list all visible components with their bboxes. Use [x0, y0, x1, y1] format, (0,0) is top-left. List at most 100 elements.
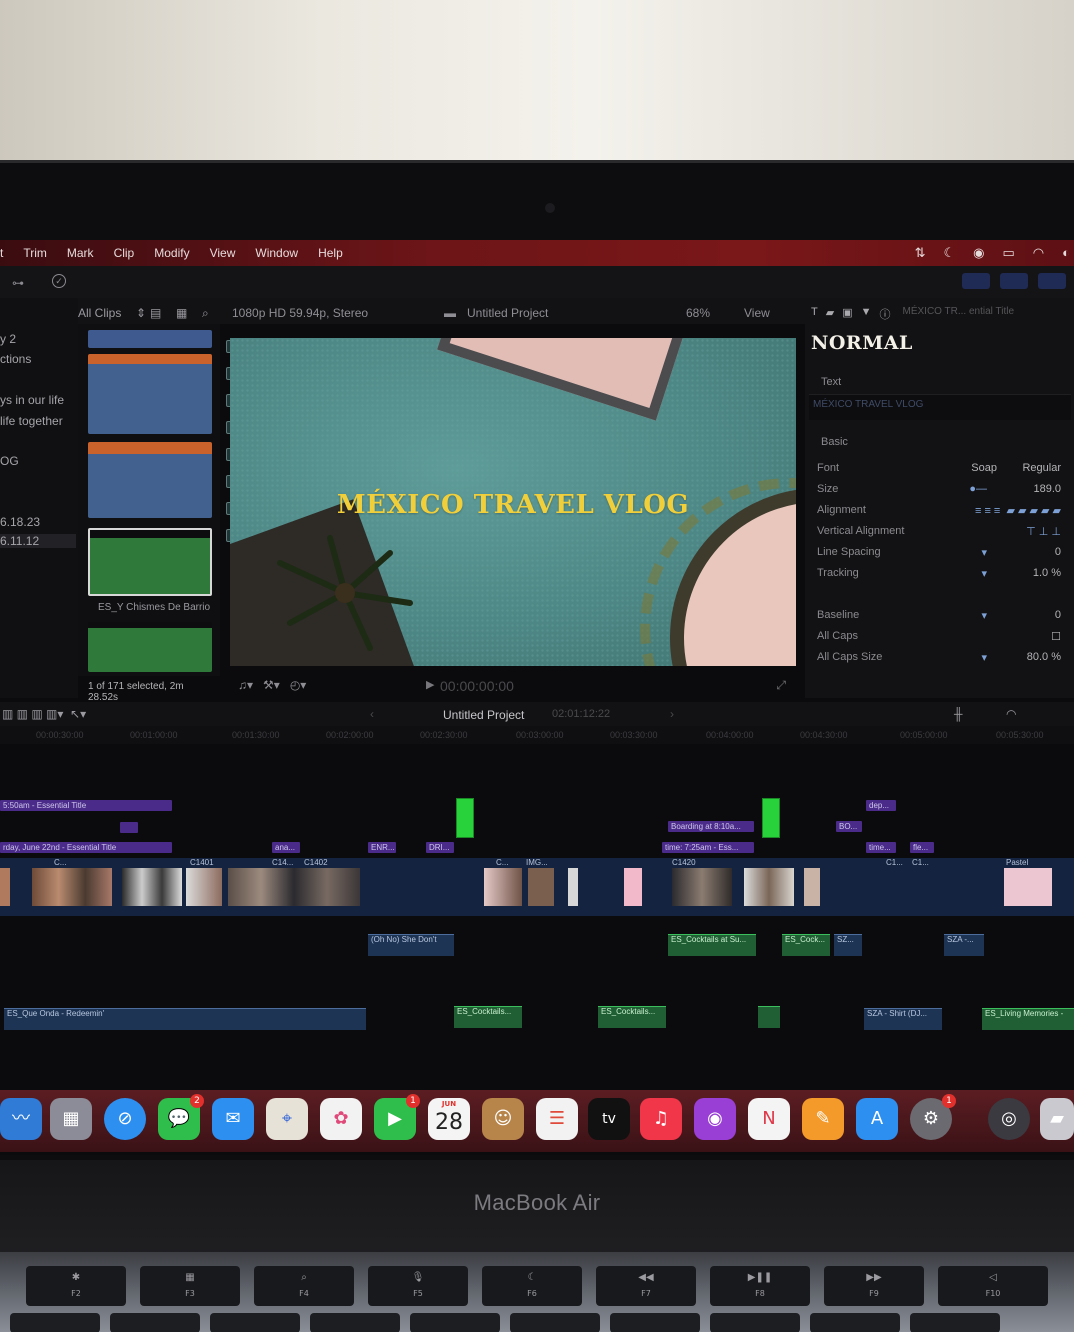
- fkey[interactable]: ▶▶ F9: [824, 1266, 924, 1306]
- clip-thumbnail[interactable]: [744, 868, 794, 906]
- title-clip[interactable]: time...: [866, 842, 896, 853]
- menu-item-clip[interactable]: Clip: [114, 246, 135, 260]
- clip-thumbnail[interactable]: [228, 868, 360, 906]
- news-icon[interactable]: N: [748, 1098, 790, 1140]
- clip-thumbnail[interactable]: [672, 868, 732, 906]
- title-clip[interactable]: 5:50am - Essential Title: [0, 800, 172, 811]
- audio-clip[interactable]: ES_Cock...: [782, 934, 830, 956]
- key[interactable]: [110, 1313, 200, 1332]
- clip-thumbnail[interactable]: [122, 868, 182, 906]
- play-icon[interactable]: ▶: [426, 678, 434, 691]
- fkey[interactable]: ◁ F10: [938, 1266, 1048, 1306]
- audio-clip[interactable]: ES_Cocktails at Su...: [668, 934, 756, 956]
- audio-clip[interactable]: (Oh No) She Don't: [368, 934, 454, 956]
- clip-thumbnail-selected[interactable]: [88, 528, 212, 596]
- controls-icon[interactable]: ⇅: [915, 245, 926, 261]
- layout-browser-icon[interactable]: [962, 273, 990, 289]
- photos-icon[interactable]: ✿: [320, 1098, 362, 1140]
- mail-icon[interactable]: ✉: [212, 1098, 254, 1140]
- clip-thumbnail[interactable]: [88, 622, 212, 672]
- slider-icon[interactable]: ▾: [981, 609, 987, 622]
- info-icon[interactable]: ⓘ: [880, 306, 891, 322]
- key[interactable]: [810, 1313, 900, 1332]
- library-item[interactable]: y 2: [0, 332, 16, 346]
- music-icon[interactable]: ♫: [640, 1098, 682, 1140]
- fkey[interactable]: ▶❚❚ F8: [710, 1266, 810, 1306]
- back-icon[interactable]: ‹: [370, 707, 374, 721]
- search-icon[interactable]: ⌕: [202, 306, 209, 321]
- timeline-project-name[interactable]: Untitled Project: [443, 708, 524, 722]
- podcasts-icon[interactable]: ◉: [694, 1098, 736, 1140]
- menu-item-view[interactable]: View: [210, 246, 236, 260]
- clip-thumbnail[interactable]: [624, 868, 642, 906]
- inspector-row-size[interactable]: Size ●— 189.0: [817, 483, 1067, 499]
- viewer-canvas[interactable]: MÉXICO TRAVEL VLOG: [230, 338, 796, 666]
- menu-item-mark[interactable]: Mark: [67, 246, 94, 260]
- menu-item-help[interactable]: Help: [318, 246, 343, 260]
- key-icon[interactable]: ⊶: [12, 276, 24, 290]
- app-store-icon[interactable]: A: [856, 1098, 898, 1140]
- system-settings-icon[interactable]: ⚙ 1: [910, 1094, 956, 1140]
- title-clip[interactable]: fle...: [910, 842, 934, 853]
- freeform-icon[interactable]: 〰: [0, 1098, 42, 1140]
- row-value[interactable]: 0: [1055, 609, 1061, 621]
- clip-thumbnail[interactable]: [88, 442, 212, 518]
- key[interactable]: [710, 1313, 800, 1332]
- row-value[interactable]: 80.0 %: [1027, 651, 1061, 663]
- slider-icon[interactable]: ▾: [981, 651, 987, 664]
- clip-filter-dropdown[interactable]: All Clips: [78, 306, 121, 320]
- key[interactable]: [610, 1313, 700, 1332]
- alignment-icons[interactable]: ≡ ≡ ≡ ▰ ▰ ▰ ▰ ▰: [975, 504, 1061, 517]
- view-dropdown[interactable]: View: [744, 306, 770, 320]
- safari-icon[interactable]: ⊘: [104, 1098, 146, 1140]
- clip-thumbnail[interactable]: [88, 330, 212, 348]
- video-inspector-icon[interactable]: ▣: [842, 306, 852, 322]
- maps-icon[interactable]: ⌖: [266, 1098, 308, 1140]
- key[interactable]: [410, 1313, 500, 1332]
- row-value[interactable]: 0: [1055, 546, 1061, 558]
- clip-thumbnail[interactable]: [1004, 868, 1052, 906]
- clip-thumbnail[interactable]: [0, 868, 10, 906]
- text-inspector-icon[interactable]: T: [811, 306, 818, 322]
- fkey[interactable]: ▦ F3: [140, 1266, 240, 1306]
- title-clip[interactable]: time: 7:25am - Ess...: [662, 842, 754, 853]
- library-item[interactable]: 6.18.23: [0, 515, 40, 529]
- facetime-icon[interactable]: ▶ 1: [374, 1094, 420, 1140]
- inspector-row-baseline[interactable]: Baseline ▾ 0: [817, 609, 1067, 625]
- title-clip[interactable]: BO...: [836, 821, 862, 832]
- clip-thumbnail[interactable]: [32, 868, 112, 906]
- messages-icon[interactable]: 💬 2: [158, 1094, 204, 1140]
- battery-icon[interactable]: ▭: [1003, 245, 1015, 261]
- key[interactable]: [910, 1313, 1000, 1332]
- preview-icon[interactable]: ◎: [988, 1098, 1030, 1140]
- inspector-row-tracking[interactable]: Tracking ▾ 1.0 %: [817, 567, 1067, 583]
- headphones-icon[interactable]: ◠: [1006, 707, 1016, 721]
- audio-clip[interactable]: SZA -...: [944, 934, 984, 956]
- slider-icon[interactable]: ●—: [969, 483, 987, 495]
- clip-thumbnail[interactable]: [568, 868, 578, 906]
- text-preset-name[interactable]: NORMAL: [811, 332, 913, 354]
- inspector-row-all-caps[interactable]: All Caps ☐: [817, 630, 1067, 646]
- menu-item-modify[interactable]: Modify: [154, 246, 189, 260]
- pages-icon[interactable]: ✎: [802, 1098, 844, 1140]
- wifi-icon[interactable]: ◠: [1033, 245, 1044, 261]
- audio-clip[interactable]: ES_Cocktails...: [454, 1006, 522, 1028]
- title-clip[interactable]: rday, June 22nd - Essential Title: [0, 842, 172, 853]
- zoom-dropdown[interactable]: 68%: [686, 306, 710, 320]
- timeline[interactable]: 5:50am - Essential Title rday, June 22nd…: [0, 744, 1074, 1084]
- library-item-selected[interactable]: 6.11.12: [0, 534, 76, 548]
- title-clip[interactable]: ENR...: [368, 842, 396, 853]
- font-family-value[interactable]: Soap: [971, 462, 997, 474]
- inspector-row-vertical-alignment[interactable]: Vertical Alignment ⊤ ⊥ ⊥: [817, 525, 1067, 541]
- background-tasks-icon[interactable]: ✓: [52, 274, 66, 288]
- slider-icon[interactable]: ▾: [981, 567, 987, 580]
- library-item[interactable]: ctions: [0, 352, 31, 366]
- title-clip[interactable]: ana...: [272, 842, 300, 853]
- finalcut-icon[interactable]: ▰: [1040, 1098, 1074, 1140]
- row-value[interactable]: Regular: [1022, 462, 1061, 474]
- title-clip[interactable]: [120, 822, 138, 833]
- contacts-icon[interactable]: ☺: [482, 1098, 524, 1140]
- library-item[interactable]: life together: [0, 414, 63, 428]
- list-view-icon[interactable]: ▦: [176, 306, 187, 320]
- library-item[interactable]: OG: [0, 454, 19, 468]
